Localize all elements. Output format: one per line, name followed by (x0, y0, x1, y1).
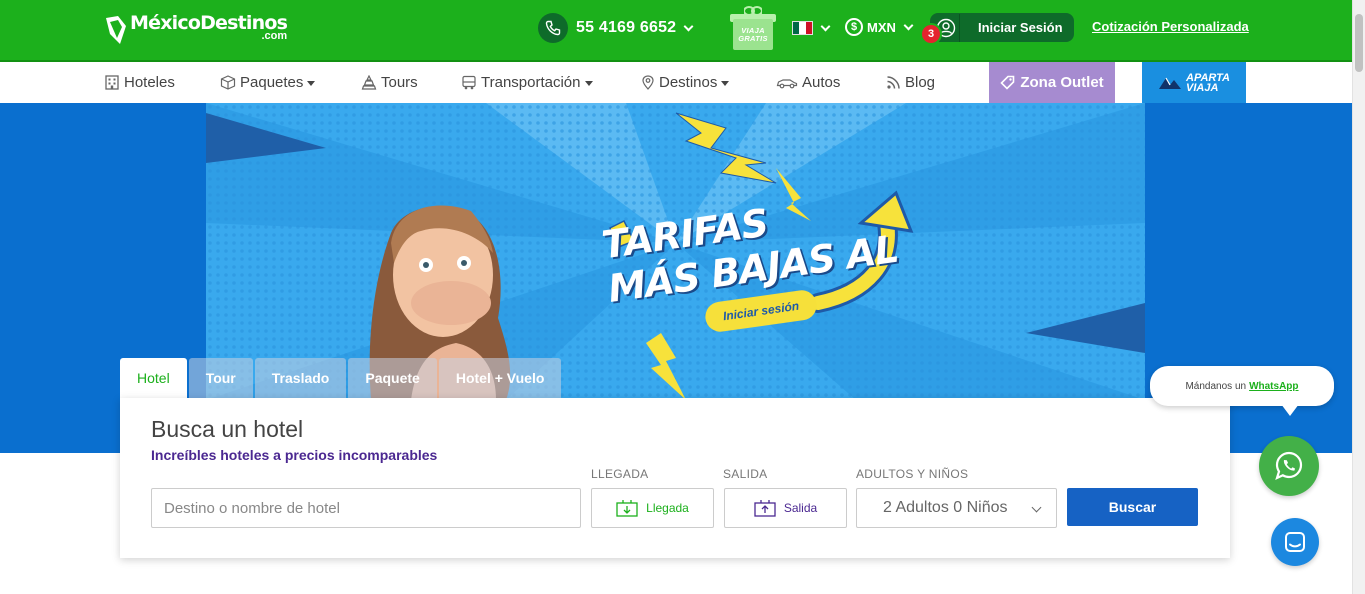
nav-item-blog[interactable]: Blog (886, 62, 935, 103)
guests-label: ADULTOS Y NIÑOS (856, 467, 969, 481)
whatsapp-bubble[interactable]: Mándanos un WhatsApp (1150, 366, 1334, 406)
tab-traslado[interactable]: Traslado (254, 358, 347, 398)
page: MéxicoDestinos .com 55 4169 6652 VIAJA G… (0, 0, 1365, 594)
caret-down-icon (307, 81, 316, 86)
calendar-departure-icon (754, 500, 776, 517)
caret-down-icon (584, 81, 593, 86)
departure-button-label: Salida (783, 501, 818, 515)
nav-item-transportacion[interactable]: Transportación (461, 62, 593, 103)
hotel-icon (105, 75, 119, 90)
car-icon (776, 78, 798, 88)
search-subtitle: Increíbles hoteles a precios incomparabl… (151, 447, 438, 463)
tab-tour[interactable]: Tour (188, 358, 253, 398)
phone-dropdown[interactable]: 55 4169 6652 (538, 13, 694, 43)
aparta-y-viaja-banner[interactable]: APARTA VIAJA (1142, 62, 1246, 103)
tag-icon (1000, 75, 1015, 90)
whatsapp-bubble-text: Mándanos un (1185, 380, 1247, 392)
nav-item-hoteles[interactable]: Hoteles (104, 62, 175, 103)
whatsapp-link[interactable]: WhatsApp (1249, 381, 1298, 392)
calendar-arrival-icon (616, 500, 638, 517)
live-chat-button[interactable] (1271, 518, 1319, 566)
chevron-down-icon (1031, 502, 1042, 513)
scrollbar-thumb[interactable] (1355, 14, 1363, 72)
whatsapp-icon (1275, 451, 1303, 481)
phone-number: 55 4169 6652 (576, 19, 677, 36)
bus-icon (462, 75, 476, 90)
page-scrollbar[interactable] (1352, 0, 1365, 594)
departure-date-button[interactable]: Salida (724, 488, 847, 528)
chat-icon (1285, 532, 1305, 552)
login-label: Iniciar Sesión (978, 20, 1063, 35)
search-button[interactable]: Buscar (1067, 488, 1198, 526)
nav-label: Autos (802, 74, 841, 91)
aparta-logo-icon (1159, 77, 1181, 89)
chevron-down-icon (820, 21, 831, 31)
caret-down-icon (721, 81, 730, 86)
tab-hotel-vuelo[interactable]: Hotel + Vuelo (438, 358, 562, 398)
search-title: Busca un hotel (151, 416, 304, 442)
nav-item-autos[interactable]: Autos (776, 62, 840, 103)
viaja-gratis-gift[interactable]: VIAJA GRATIS (730, 6, 776, 50)
nav-label: Destinos (659, 74, 718, 91)
tours-icon (361, 75, 377, 90)
search-tabs: Hotel Tour Traslado Paquete Hotel + Vuel… (120, 358, 563, 398)
gift-icon: VIAJA GRATIS (733, 19, 773, 50)
arrival-label: LLEGADA (591, 467, 649, 481)
gift-text-line2: GRATIS (738, 33, 768, 43)
location-icon (642, 75, 654, 90)
tab-hotel[interactable]: Hotel (120, 358, 187, 398)
chevron-down-icon (903, 20, 914, 30)
nav-label: Hoteles (124, 74, 175, 91)
guests-select[interactable]: 2 Adultos 0 Niños (856, 488, 1057, 528)
destination-input[interactable] (151, 488, 581, 528)
nav-item-tours[interactable]: Tours (361, 62, 418, 103)
currency-label: MXN (867, 19, 896, 35)
aparta-text-line2: VIAJA (1186, 81, 1219, 94)
phone-icon (538, 13, 568, 43)
arrival-date-button[interactable]: Llegada (591, 488, 714, 528)
outlet-label: Zona Outlet (1020, 74, 1104, 91)
mexico-flag-icon (792, 21, 813, 35)
rss-icon (887, 76, 900, 89)
nav-label: Tours (381, 74, 418, 91)
site-logo[interactable]: MéxicoDestinos .com (104, 14, 288, 50)
chevron-down-icon (683, 21, 694, 31)
departure-label: SALIDA (723, 467, 768, 481)
login-button[interactable]: Iniciar Sesión (930, 13, 1074, 42)
nav-label: Transportación (481, 74, 581, 91)
nav-label: Blog (905, 74, 936, 91)
nav-label: Paquetes (240, 74, 304, 91)
nav-item-paquetes[interactable]: Paquetes (220, 62, 316, 103)
guests-value: 2 Adultos 0 Niños (883, 499, 1008, 516)
aparta-text-line1: APARTA (1186, 71, 1230, 84)
logo-domain: .com (261, 30, 288, 42)
nav-item-destinos[interactable]: Destinos (641, 62, 730, 103)
language-dropdown[interactable] (792, 20, 831, 36)
package-icon (220, 75, 236, 90)
dollar-icon: $ (845, 18, 863, 36)
currency-dropdown[interactable]: $ MXN (845, 16, 914, 38)
hotel-search-panel: Busca un hotel Increíbles hoteles a prec… (120, 398, 1230, 558)
whatsapp-bubble-tail (1281, 404, 1299, 416)
whatsapp-button[interactable] (1259, 436, 1319, 496)
top-bar: MéxicoDestinos .com 55 4169 6652 VIAJA G… (0, 0, 1352, 62)
personalized-quote-link[interactable]: Cotización Personalizada (1092, 19, 1249, 34)
tab-paquete[interactable]: Paquete (348, 358, 437, 398)
zona-outlet-button[interactable]: Zona Outlet (989, 62, 1115, 103)
arrival-button-label: Llegada (646, 501, 689, 515)
promo-banner[interactable]: TARIFAS MÁS BAJAS AL Iniciar sesión (206, 103, 1145, 400)
notification-badge[interactable]: 3 (920, 23, 942, 45)
logo-mark-icon (106, 16, 126, 44)
